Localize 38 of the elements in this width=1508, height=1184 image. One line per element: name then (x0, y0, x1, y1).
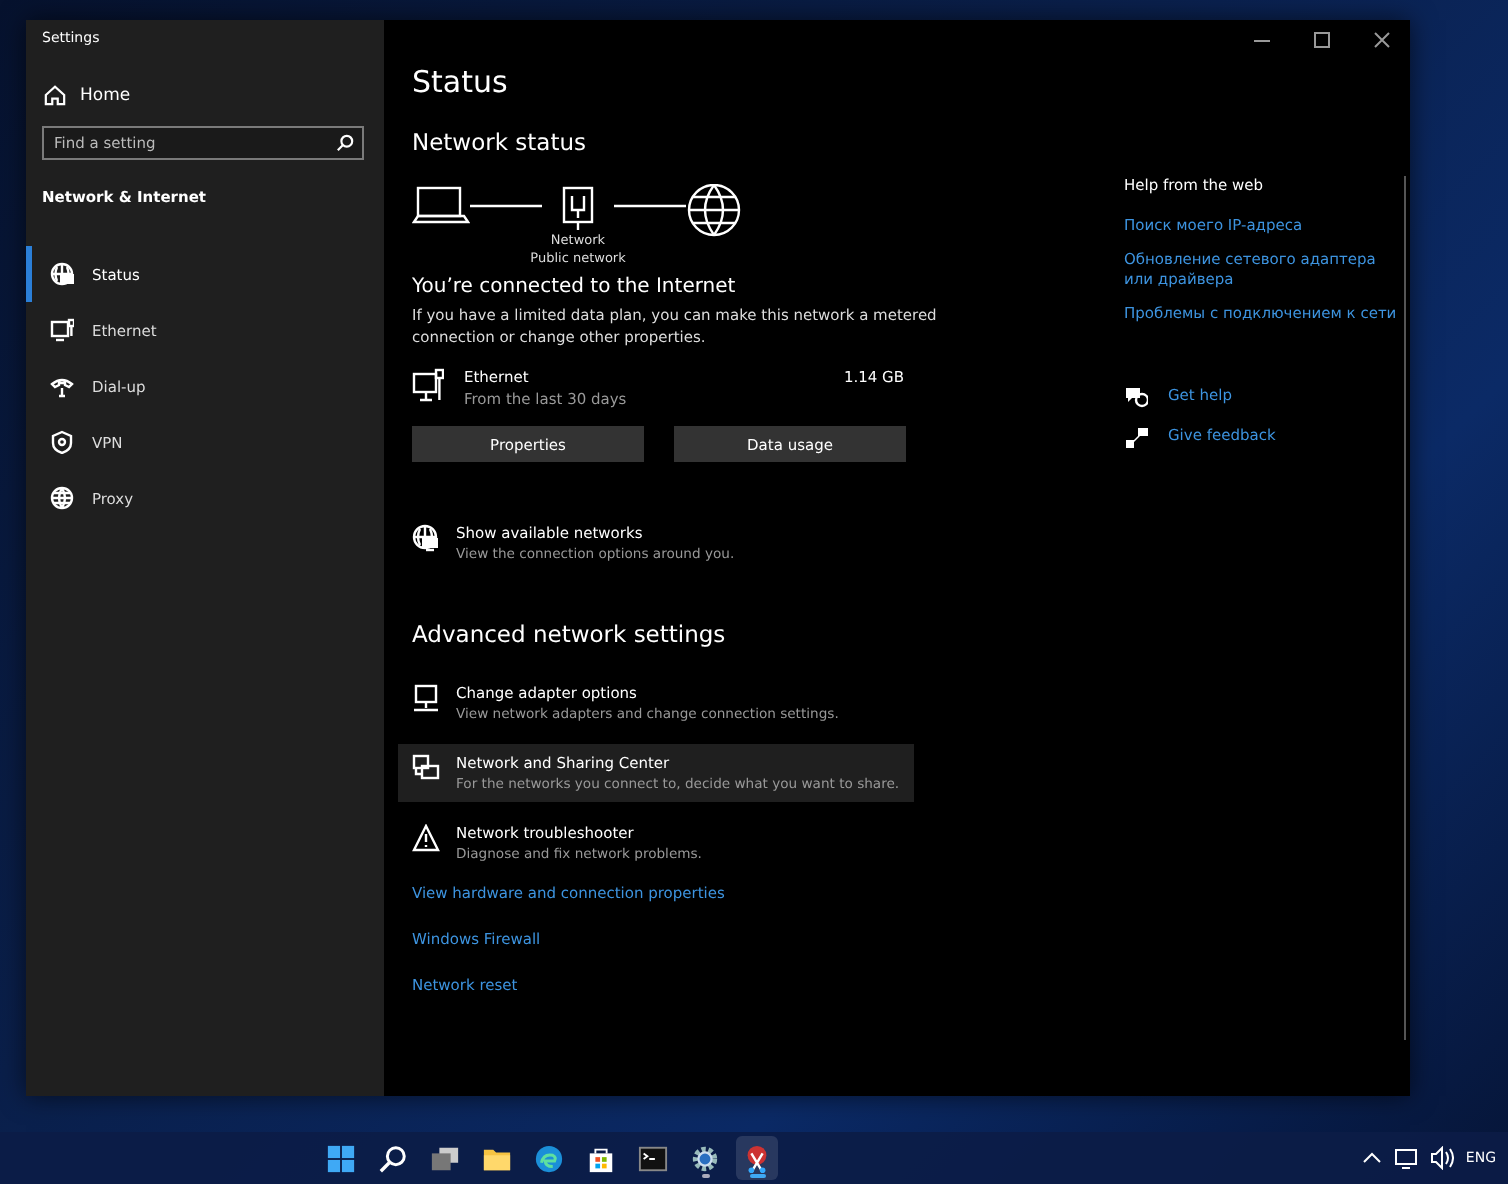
page-title: Status (412, 64, 510, 100)
monitor-plug-icon (50, 318, 74, 342)
monitor-icon[interactable] (1393, 1147, 1418, 1169)
globe-icon (686, 184, 744, 238)
browser-swirl-icon (534, 1143, 564, 1173)
section-heading: Network status (412, 128, 589, 156)
warning-icon (412, 824, 440, 852)
close-icon[interactable] (1374, 32, 1390, 48)
laptop-icon (412, 184, 470, 224)
chevron-up-icon[interactable] (1361, 1150, 1382, 1166)
connector-line (470, 204, 542, 208)
search-icon (336, 134, 354, 152)
stacked-windows-icon (430, 1143, 460, 1173)
chat-question-icon (1124, 384, 1148, 408)
connector-line (614, 204, 686, 208)
shield-icon (50, 430, 74, 454)
router-icon (558, 184, 598, 232)
search-icon (378, 1143, 408, 1173)
start-icon (326, 1143, 356, 1173)
taskbar-app[interactable] (736, 1136, 778, 1180)
monitor-icon (412, 684, 440, 712)
home-link[interactable]: Home (44, 84, 131, 106)
maximize-icon[interactable] (1314, 32, 1330, 48)
globe-monitor-icon (50, 262, 74, 286)
network-sharing-icon (412, 754, 440, 782)
scissors-icon (742, 1143, 772, 1173)
monitor-plug-icon (412, 368, 444, 402)
gear-icon (690, 1143, 720, 1173)
section-heading: Advanced network settings (412, 620, 728, 648)
terminal-icon (638, 1143, 668, 1173)
phone-signal-icon (50, 374, 74, 398)
globe-icon (50, 486, 74, 510)
speaker-icon[interactable] (1429, 1146, 1454, 1170)
connection-heading: You’re connected to the Internet (412, 276, 738, 298)
feedback-icon (1124, 424, 1148, 448)
home-icon (44, 84, 66, 106)
globe-monitor-icon (412, 524, 440, 552)
shopping-bag-icon (586, 1143, 616, 1173)
